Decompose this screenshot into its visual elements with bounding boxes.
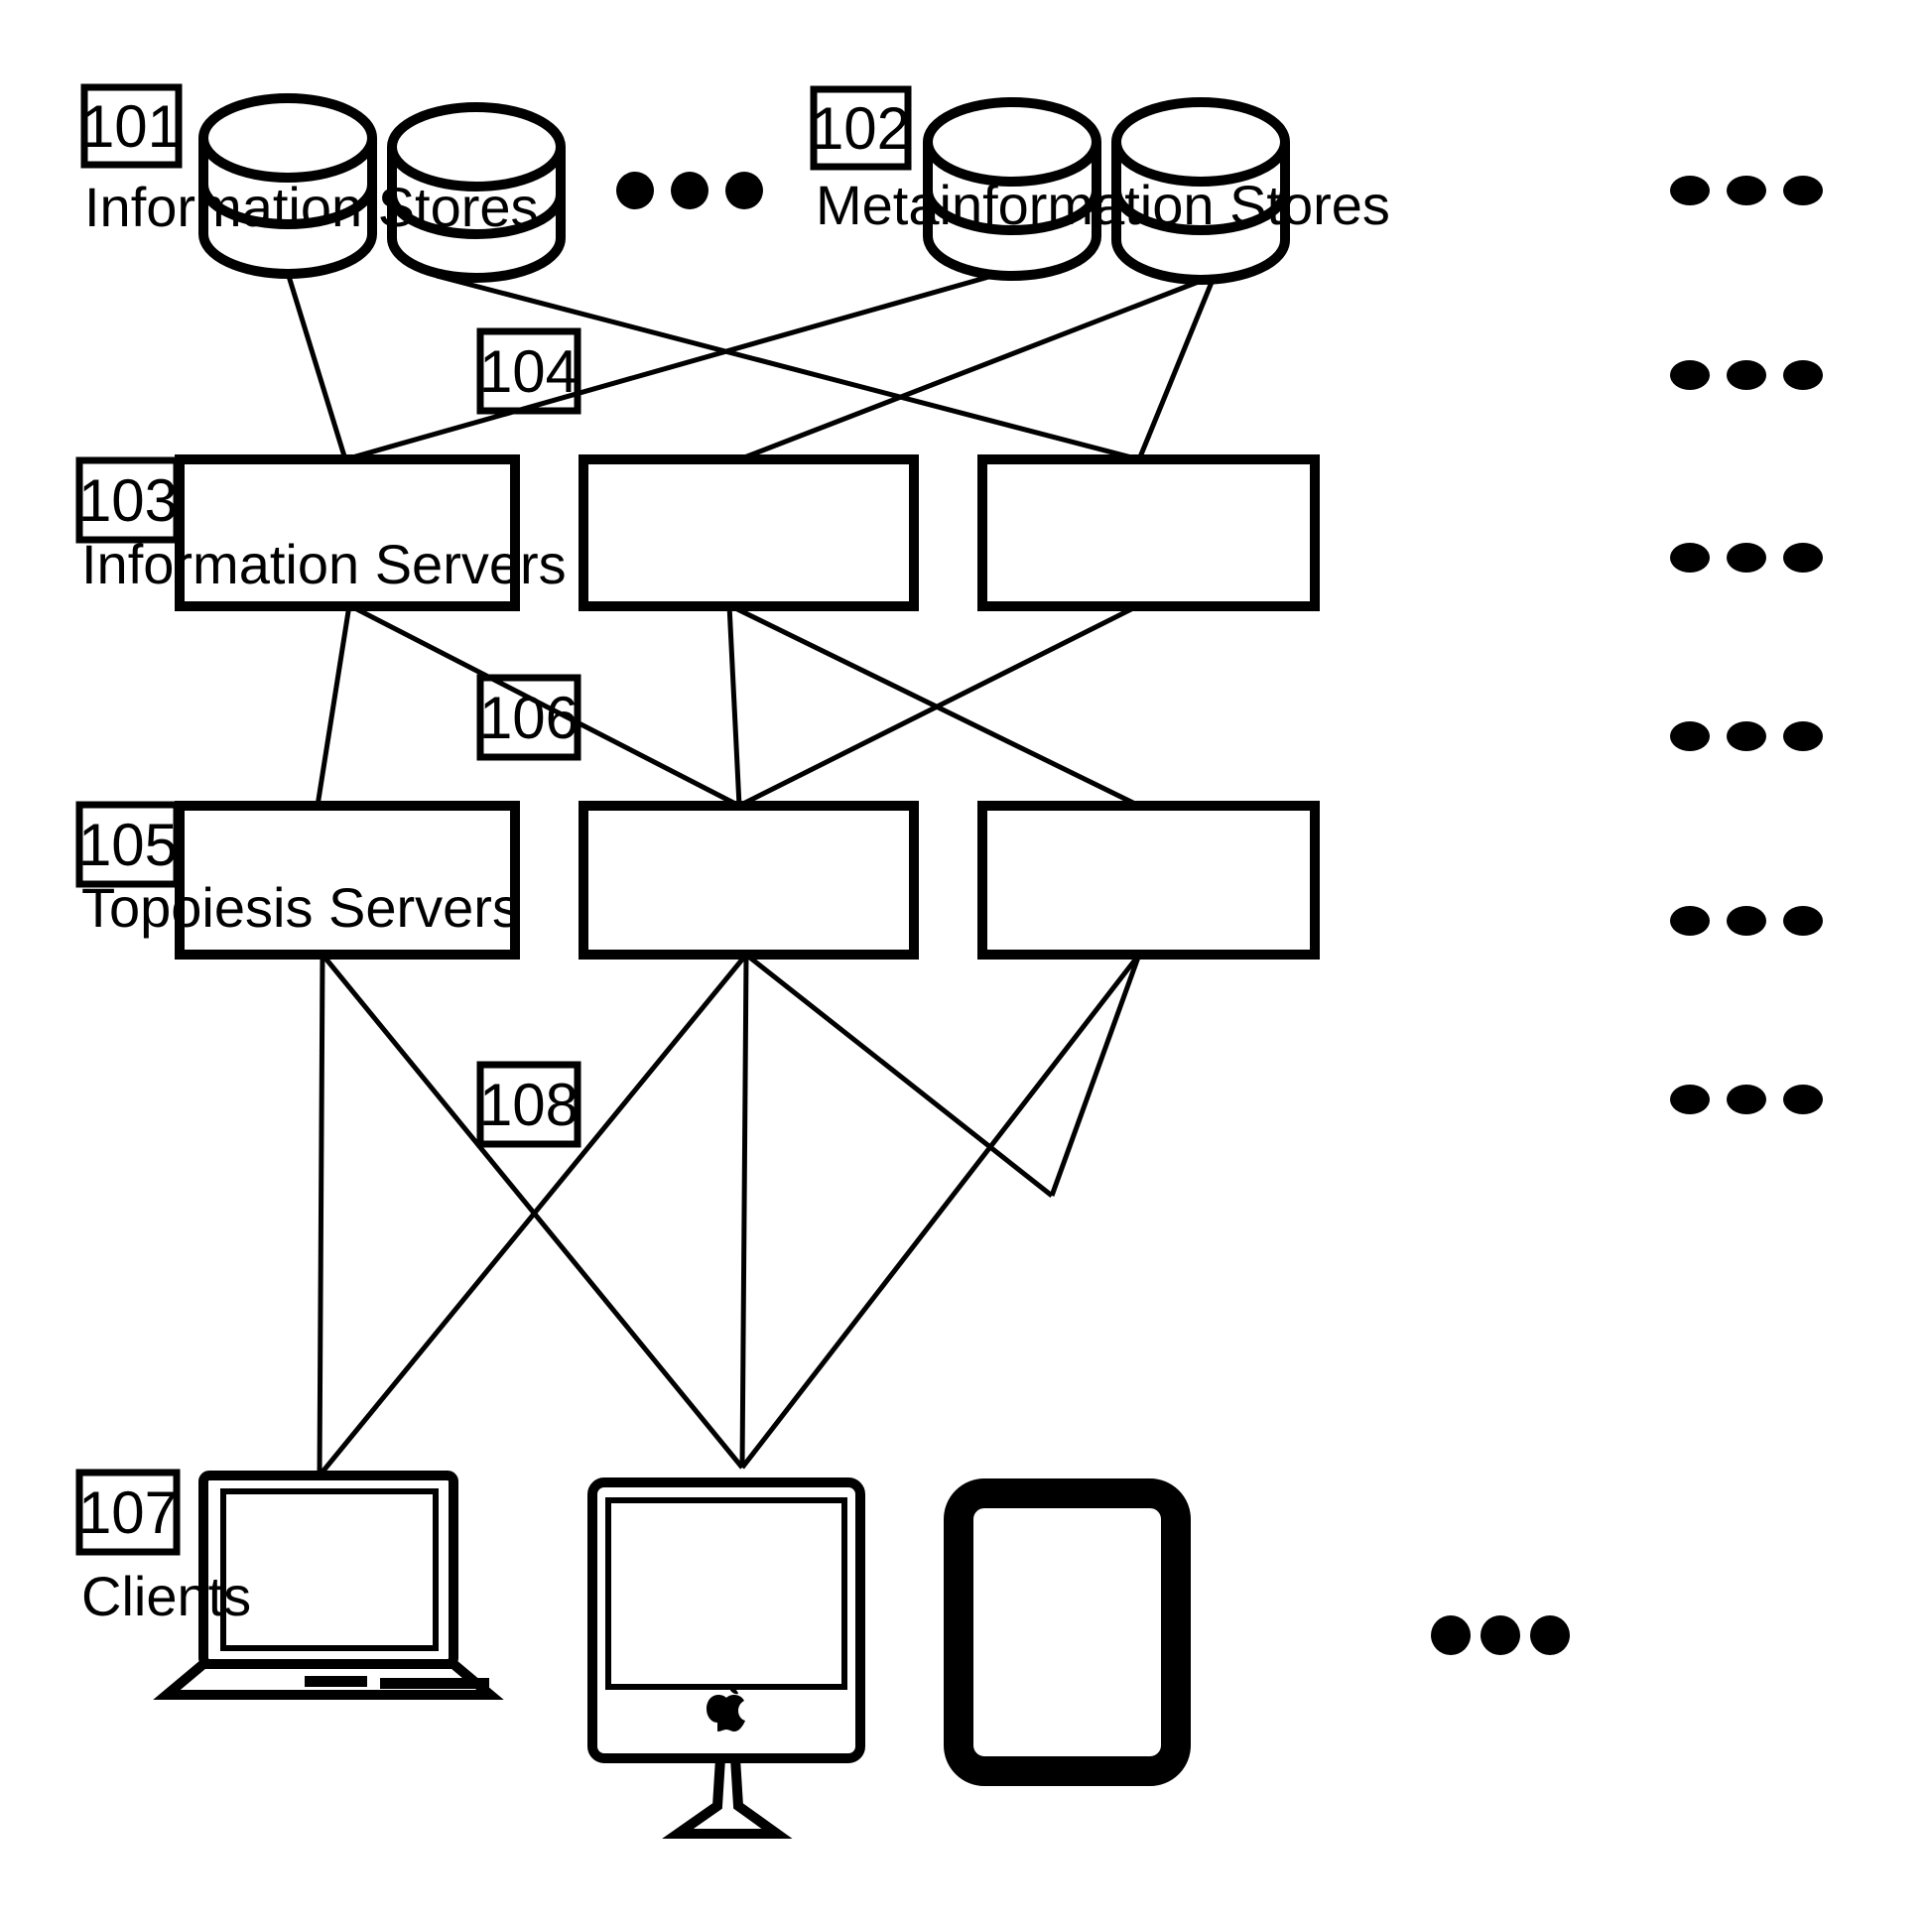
tier-label-topoiesis-servers: Topoiesis Servers bbox=[81, 876, 520, 939]
tier-metainformation-stores: 102 Metainformation Stores bbox=[810, 85, 1390, 285]
connector-line bbox=[1136, 279, 1216, 460]
ref-box-108: 108 bbox=[476, 1061, 581, 1148]
connector-line bbox=[726, 604, 742, 807]
ref-label: 101 bbox=[81, 93, 181, 160]
ref-label: 108 bbox=[479, 1072, 579, 1138]
tier-information-servers: 103 Information Servers bbox=[75, 454, 1320, 611]
ref-label: 107 bbox=[78, 1479, 178, 1546]
connector-line bbox=[740, 953, 1141, 1470]
connector-group-104 bbox=[285, 272, 1216, 462]
ref-label: 103 bbox=[78, 467, 178, 534]
tier-label-clients: Clients bbox=[81, 1565, 251, 1627]
ref-box-101: 101 bbox=[80, 83, 183, 169]
tier-label-information-servers: Information Servers bbox=[81, 533, 567, 595]
server-box bbox=[977, 801, 1320, 960]
client-desktop-icon bbox=[587, 1477, 865, 1839]
ellipsis-row bbox=[1670, 360, 1823, 390]
architecture-diagram: 101 Information Stores 102 Metainformati… bbox=[75, 83, 1823, 1839]
ref-label: 105 bbox=[78, 812, 178, 878]
tier-label-metainformation-stores: Metainformation Stores bbox=[816, 174, 1390, 236]
connector-line bbox=[739, 954, 749, 1469]
ellipsis-row bbox=[1670, 543, 1823, 573]
apple-logo-icon bbox=[707, 1687, 745, 1732]
ref-box-104: 104 bbox=[476, 327, 581, 415]
connector-line bbox=[344, 273, 993, 462]
ellipsis-inline-stores bbox=[616, 172, 763, 209]
connector-group-108 bbox=[317, 953, 1142, 1477]
ellipsis-row bbox=[1670, 906, 1823, 936]
ellipsis-row bbox=[1670, 176, 1823, 205]
ref-label: 102 bbox=[811, 95, 910, 162]
ref-box-106: 106 bbox=[476, 674, 581, 761]
server-box bbox=[579, 801, 919, 960]
tier-topoiesis-servers: 105 Topoiesis Servers bbox=[75, 801, 1320, 960]
ellipsis-inline-clients bbox=[1431, 1615, 1570, 1655]
ref-box-107: 107 bbox=[75, 1469, 181, 1556]
connector-line bbox=[321, 953, 744, 1470]
ref-label: 106 bbox=[479, 685, 579, 751]
client-tablet-icon bbox=[944, 1478, 1191, 1786]
tier-label-information-stores: Information Stores bbox=[84, 176, 539, 238]
ref-box-105: 105 bbox=[75, 801, 181, 888]
ellipsis-row bbox=[1670, 721, 1823, 751]
tier-clients: 107 Clients bbox=[75, 1469, 1570, 1839]
server-box bbox=[579, 454, 919, 611]
ellipsis-row bbox=[1670, 1085, 1823, 1114]
ellipsis-right-column bbox=[1670, 176, 1823, 1114]
server-box bbox=[977, 454, 1320, 611]
connector-line bbox=[285, 272, 348, 460]
connector-line bbox=[738, 275, 1210, 462]
ref-box-103: 103 bbox=[75, 456, 181, 544]
connector-line bbox=[317, 954, 325, 1476]
figure-canvas: 101 Information Stores 102 Metainformati… bbox=[0, 0, 1932, 1925]
connector-line bbox=[315, 604, 352, 807]
tier-information-stores: 101 Information Stores bbox=[80, 83, 763, 283]
connector-line bbox=[1049, 954, 1142, 1197]
ref-label: 104 bbox=[479, 338, 579, 405]
ref-box-102: 102 bbox=[810, 85, 912, 171]
connector-group-106 bbox=[315, 602, 1141, 809]
connector-line bbox=[744, 953, 1054, 1198]
